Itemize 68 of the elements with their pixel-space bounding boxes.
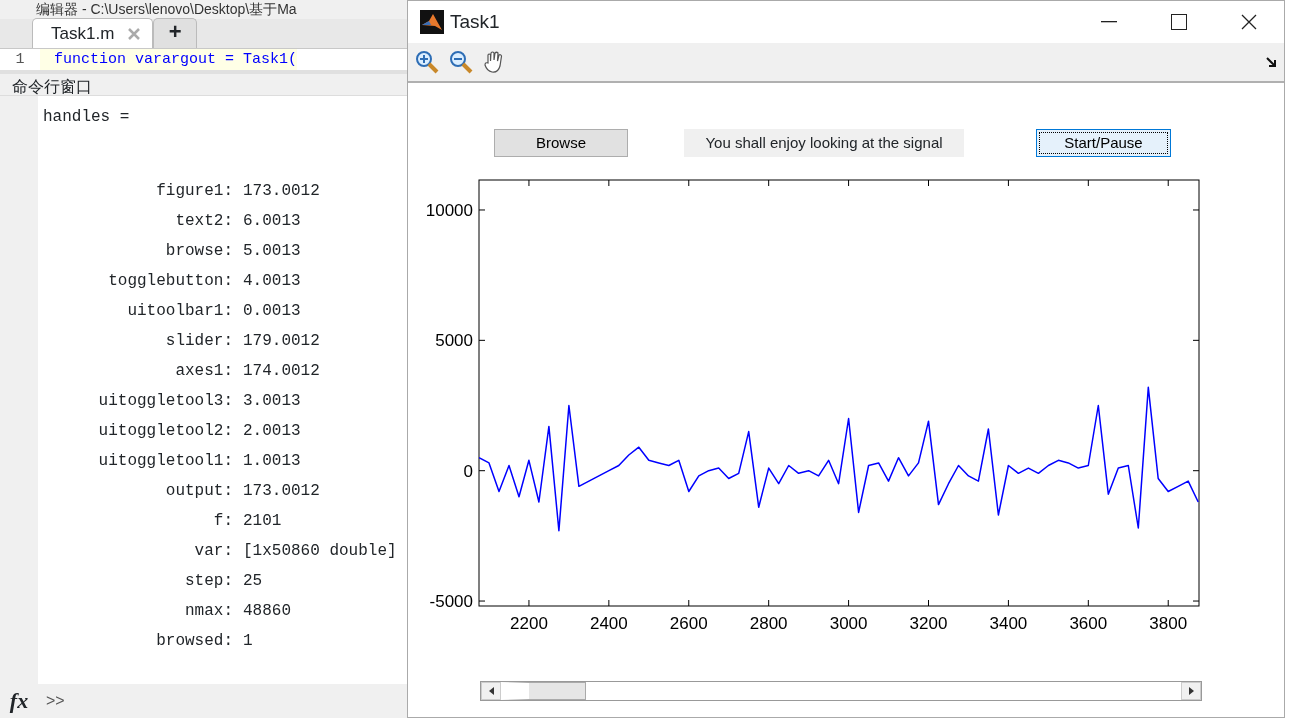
field-value: 0.0013 xyxy=(242,301,301,323)
browse-button[interactable]: Browse xyxy=(494,129,628,157)
axis-tick-label: 2800 xyxy=(749,614,788,633)
axis-tick-label: 2600 xyxy=(669,614,708,633)
field-name: axes1: xyxy=(174,361,233,383)
axis-tick-label: 5000 xyxy=(435,331,473,351)
minimize-icon[interactable] xyxy=(1101,21,1117,23)
field-value: 25 xyxy=(242,571,263,593)
axis-tick-label: 0 xyxy=(463,461,473,481)
axis-tick-label: 10000 xyxy=(425,201,473,220)
field-value: 5.0013 xyxy=(242,241,301,263)
close-icon[interactable] xyxy=(1241,14,1257,30)
field-value: 1 xyxy=(242,631,253,653)
field-value: 174.0012 xyxy=(242,361,320,383)
field-name: browse: xyxy=(164,241,233,263)
function-icon[interactable]: fx xyxy=(0,684,38,718)
editor-tab[interactable]: Task1.m xyxy=(32,18,154,49)
field-name: uitoolbar1: xyxy=(126,301,233,323)
axis-tick-label: 2200 xyxy=(510,614,548,633)
field-value: 2.0013 xyxy=(242,421,301,443)
add-tab-button[interactable]: + xyxy=(153,18,198,49)
field-value: 6.0013 xyxy=(242,211,301,233)
scroll-right-icon[interactable] xyxy=(1181,682,1201,700)
field-name: togglebutton: xyxy=(107,271,233,293)
scroll-left-icon[interactable] xyxy=(481,682,501,700)
field-value: 2101 xyxy=(242,511,282,533)
output-text: handles = xyxy=(43,108,130,127)
editor-title: 编辑器 - C:\Users\lenovo\Desktop\基于Ma xyxy=(35,0,298,19)
field-value: 173.0012 xyxy=(242,481,320,503)
field-name: slider: xyxy=(164,331,233,353)
field-value: 4.0013 xyxy=(242,271,301,293)
command-prompt: >> xyxy=(46,690,65,711)
line-number: 1 xyxy=(14,50,26,71)
field-value: 173.0012 xyxy=(242,181,320,203)
axis-tick-label: -5000 xyxy=(429,592,473,612)
axis-tick-label: 3800 xyxy=(1149,614,1188,633)
field-name: uitoggletool3: xyxy=(97,391,233,413)
field-value: 179.0012 xyxy=(242,331,320,353)
field-name: var: xyxy=(193,541,233,563)
field-value: 48860 xyxy=(242,601,291,623)
slider[interactable] xyxy=(480,681,1202,701)
app-logo-icon xyxy=(420,10,444,34)
field-name: figure1: xyxy=(155,181,233,203)
slider-thumb[interactable] xyxy=(501,682,586,700)
tab-label: Task1.m xyxy=(51,22,115,45)
field-name: step: xyxy=(184,571,233,593)
field-name: nmax: xyxy=(184,601,233,623)
window-title: Task1 xyxy=(450,9,500,34)
maximize-icon[interactable] xyxy=(1171,14,1187,30)
start-pause-button[interactable]: Start/Pause xyxy=(1036,129,1171,157)
field-name: text2: xyxy=(174,211,233,233)
dock-arrow-icon[interactable] xyxy=(1266,56,1278,68)
field-name: uitoggletool1: xyxy=(97,451,233,473)
zoom-out-icon[interactable] xyxy=(448,49,474,75)
field-value: [1x50860 double] xyxy=(242,541,397,563)
axis-tick-label: 3400 xyxy=(989,614,1028,633)
axis-tick-label: 3000 xyxy=(829,614,868,633)
field-name: f: xyxy=(212,511,233,533)
axis-tick-label: 2400 xyxy=(589,614,628,633)
axis-tick-label: 3600 xyxy=(1069,614,1108,633)
field-name: output: xyxy=(164,481,233,503)
field-name: uitoggletool2: xyxy=(97,421,233,443)
caption-text: You shall enjoy looking at the signal xyxy=(684,129,964,157)
field-value: 1.0013 xyxy=(242,451,301,473)
zoom-in-icon[interactable] xyxy=(414,49,440,75)
axis-tick-label: 3200 xyxy=(909,614,948,633)
field-name: browsed: xyxy=(155,631,233,653)
field-value: 3.0013 xyxy=(242,391,301,413)
